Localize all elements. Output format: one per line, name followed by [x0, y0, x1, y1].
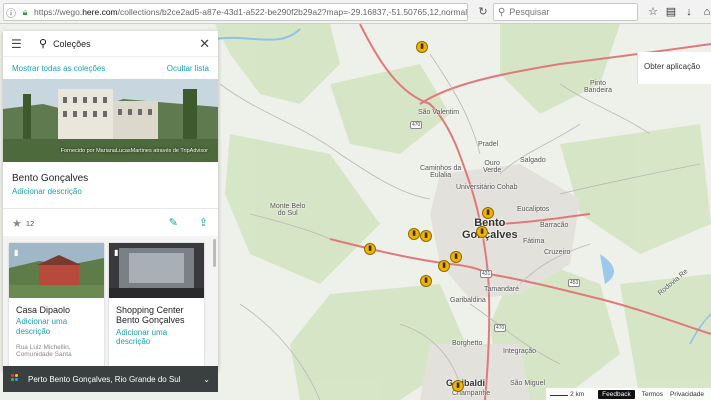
panel-links: Mostrar todas as coleções Ocultar lista [3, 57, 218, 79]
star-count: 12 [25, 218, 35, 228]
place-tamandare: Tamandaré [484, 286, 520, 293]
card-image: ▮ [9, 243, 104, 298]
scrollbar[interactable] [213, 239, 216, 267]
terms-link[interactable]: Termos [642, 391, 663, 398]
search-icon[interactable]: ⚲ [39, 37, 47, 50]
poi-marker[interactable]: ▮ [452, 380, 464, 392]
place-title: Bento Gonçalves [12, 173, 89, 184]
place-garibaldina: Garibaldina [450, 297, 486, 304]
image-credit: Fornecido por MarianaLucasMartines atrav… [60, 148, 208, 154]
address-bar[interactable]: ⓘ 🔒︎ https://wego.here.com/collections/b… [3, 3, 468, 21]
poi-marker[interactable]: ▮ [420, 275, 432, 287]
add-description-link[interactable]: Adicionar descrição [3, 184, 218, 196]
home-icon[interactable]: ⌂ [699, 4, 711, 20]
place-integracao: Integração [503, 348, 537, 355]
place-sao-miguel: São Miguel [510, 380, 546, 387]
poi-marker[interactable]: ▮ [450, 251, 462, 263]
place-salgado: Salgado [520, 157, 546, 164]
card-title: Casa Dipaolo [16, 305, 71, 315]
card-address: Rua Luiz Michellin, Comunidade Santa [16, 343, 72, 359]
nearby-text: Perto Bento Gonçalves, Rio Grande do Sul [28, 374, 181, 384]
scale-bar: 2 km [550, 390, 591, 398]
panel-header: ☰ ⚲ Coleções ✕ [3, 31, 218, 57]
place-pradel: Pradel [478, 141, 499, 148]
poi-marker[interactable]: ▮ [476, 226, 488, 238]
card-title: Shopping Center Bento Gonçalves [116, 305, 185, 326]
place-ouro-verde: Ouro Verde [483, 160, 502, 175]
get-app-button[interactable]: Obter aplicação [637, 52, 711, 84]
bookmark-icon: ▮ [114, 248, 119, 257]
edit-icon[interactable]: ✎ [169, 216, 178, 229]
map-footer: 2 km Feedback Termos Privacidade [546, 388, 711, 400]
poi-marker[interactable]: ▮ [408, 228, 420, 240]
nearby-bar[interactable]: Perto Bento Gonçalves, Rio Grande do Sul… [3, 366, 218, 392]
share-icon[interactable]: ⇪ [199, 216, 208, 229]
dots-icon [11, 374, 21, 384]
road-badge: 431 [480, 270, 493, 278]
url-text[interactable]: https://wego.here.com/collections/b2ce2a… [34, 7, 467, 17]
hero-image[interactable]: Fornecido por MarianaLucasMartines atrav… [3, 79, 218, 162]
feedback-button[interactable]: Feedback [598, 389, 635, 399]
place-actions: ★ 12 ✎ ⇪ [3, 209, 218, 237]
place-sao-valentim: São Valentim [418, 109, 460, 116]
poi-marker[interactable]: ▮ [364, 243, 376, 255]
menu-icon[interactable]: ☰ [11, 37, 27, 51]
poi-marker[interactable]: ▮ [482, 207, 494, 219]
place-eucaliptos: Eucaliptos [517, 206, 550, 213]
road-badge: 453 [568, 279, 581, 287]
card-image: ▮ [109, 243, 204, 298]
bookmark-icon[interactable]: ▤ [663, 4, 679, 20]
lock-icon: 🔒︎ [22, 6, 28, 17]
hide-list-link[interactable]: Ocultar lista [167, 64, 209, 73]
bookmark-icon: ▮ [14, 248, 19, 257]
show-all-collections-link[interactable]: Mostrar todas as coleções [12, 64, 105, 73]
collections-panel: ☰ ⚲ Coleções ✕ Mostrar todas as coleções… [3, 31, 218, 370]
place-barracao: Barracão [540, 222, 569, 229]
panel-title: Coleções [53, 38, 91, 49]
poi-marker[interactable]: ▮ [416, 41, 428, 53]
browser-search-box[interactable]: ⚲ [493, 3, 638, 21]
road-badge: 470 [410, 121, 423, 129]
place-cohab: Universitário Cohab [456, 184, 518, 191]
poi-marker[interactable]: ▮ [420, 230, 432, 242]
poi-marker[interactable]: ▮ [438, 260, 450, 272]
chevron-down-icon[interactable]: ⌄ [203, 375, 210, 384]
search-icon: ⚲ [498, 6, 506, 18]
privacy-link[interactable]: Privacidade [670, 391, 704, 398]
place-bento-goncalves: Bento Gonçalves [462, 217, 518, 241]
place-fatima: Fátima [523, 238, 545, 245]
add-description-link[interactable]: Adicionar uma descrição [9, 315, 104, 336]
star-icon[interactable]: ★ [12, 217, 22, 230]
collection-card[interactable]: ▮ Shopping Center Bento Gonçalves Adicio… [109, 243, 204, 370]
road-badge: 470 [494, 324, 507, 332]
browser-toolbar: ⓘ 🔒︎ https://wego.here.com/collections/b… [0, 0, 711, 24]
star-icon[interactable]: ☆ [645, 4, 661, 20]
place-pinto-bandeira: Pinto Bandeira [584, 80, 613, 95]
reload-icon[interactable]: ↻ [475, 4, 491, 20]
add-description-link[interactable]: Adicionar uma descrição [109, 326, 204, 347]
place-borghetto: Borghetto [452, 340, 483, 347]
place-cruzeiro: Cruzeiro [544, 249, 571, 256]
collection-card[interactable]: ▮ Casa Dipaolo Adicionar uma descrição R… [9, 243, 104, 370]
place-monte-belo: Monte Belo do Sul [270, 203, 306, 218]
info-icon[interactable]: ⓘ [4, 5, 18, 20]
place-caminhos-da-eulalia: Caminhos da Eulalia [420, 165, 462, 180]
close-icon[interactable]: ✕ [199, 36, 210, 52]
browser-search-input[interactable] [509, 7, 620, 17]
download-icon[interactable]: ↓ [681, 4, 697, 20]
